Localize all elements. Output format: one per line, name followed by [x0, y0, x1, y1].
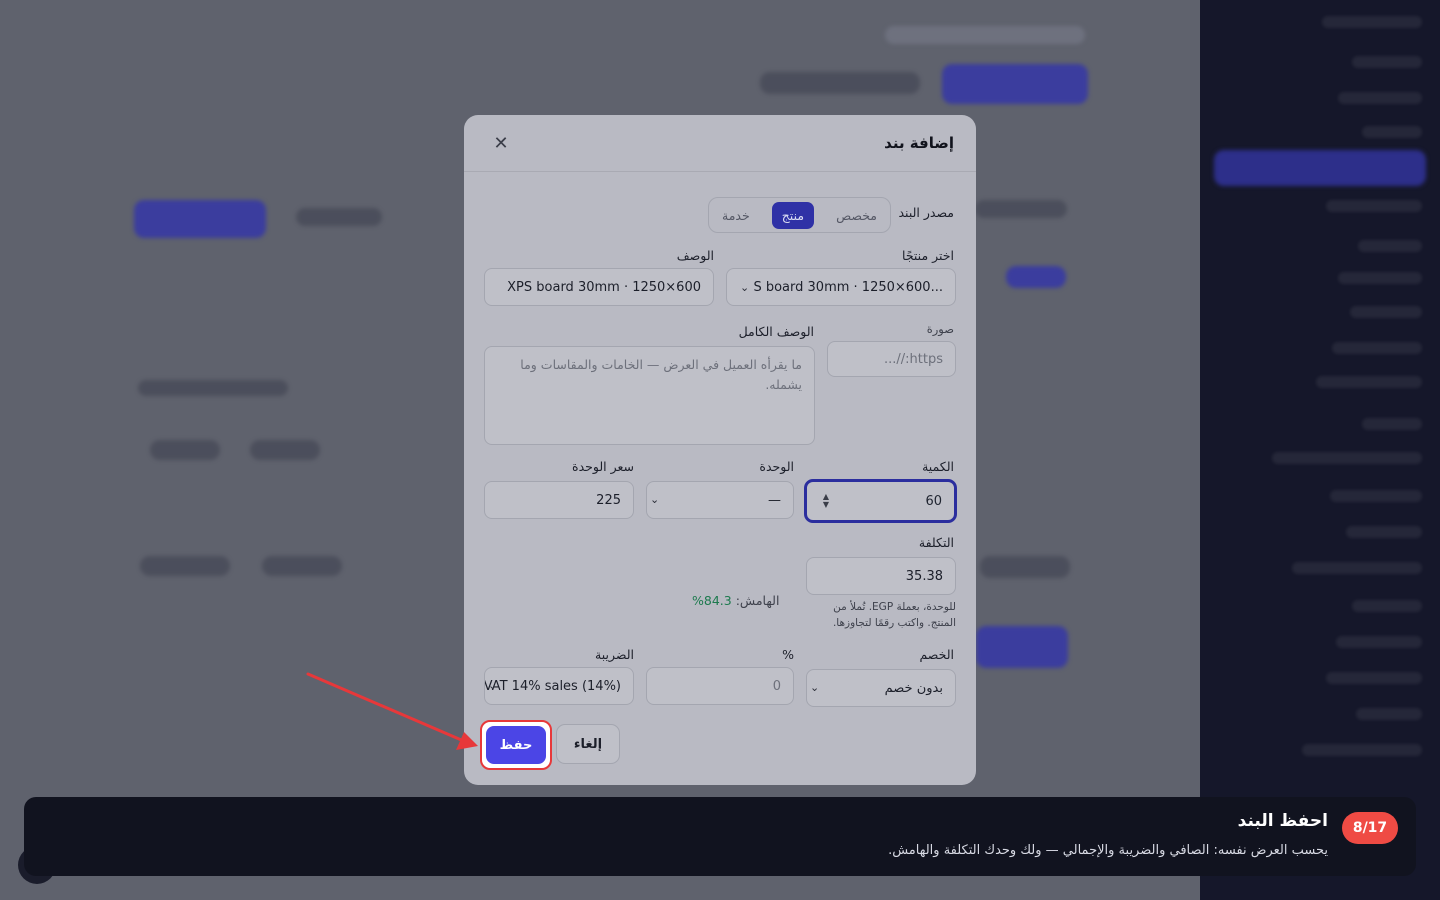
full-description-textarea[interactable]: ما يقرأه العميل في العرض — الخامات والمق… — [484, 346, 815, 445]
unit-price-label: سعر الوحدة — [572, 459, 634, 474]
bg-secondary-button — [760, 72, 920, 94]
dialog-title: إضافة بند — [884, 134, 954, 152]
margin-value: 84.3% — [692, 593, 732, 608]
tour-step-description: يحسب العرض نفسه: الصافي والضريبة والإجما… — [888, 843, 1328, 858]
margin-readout: الهامش: 84.3% — [692, 593, 779, 608]
percent-value: 0 — [772, 678, 781, 694]
tour-step-title: احفظ البند — [1237, 811, 1328, 831]
product-label: اختر منتجًا — [902, 248, 954, 263]
chevron-down-icon: ⌄ — [810, 681, 820, 694]
bg-row — [140, 556, 230, 576]
cost-input[interactable]: 35.38 — [806, 557, 956, 595]
source-option-custom[interactable]: مخصص — [826, 202, 887, 229]
discount-value: بدون خصم — [884, 680, 943, 696]
source-segmented-control: مخصص منتج خدمة — [708, 197, 891, 233]
image-url-input[interactable]: https://... — [827, 341, 956, 377]
bg-action-button — [976, 626, 1068, 668]
bg-breadcrumb — [885, 26, 1085, 44]
bg-text — [138, 380, 288, 396]
bg-sidebar-active — [1214, 150, 1426, 186]
percent-label: % — [782, 647, 794, 662]
unit-value: — — [768, 492, 781, 508]
unit-label: الوحدة — [759, 459, 794, 474]
chevron-down-icon: ⌄ — [650, 493, 660, 506]
add-item-dialog: إضافة بند ✕ مصدر البند مخصص منتج خدمة اخ… — [464, 115, 976, 785]
unit-price-input[interactable]: 225 — [484, 481, 634, 519]
step-counter-badge: 8/17 — [1342, 812, 1398, 844]
chevron-down-icon: ⌄ — [740, 281, 750, 294]
percent-input[interactable]: 0 — [646, 667, 794, 705]
bg-row — [262, 556, 342, 576]
bg-tab-active — [134, 200, 266, 238]
cancel-button[interactable]: إلغاء — [556, 724, 620, 764]
quantity-value: 60 — [925, 493, 942, 509]
margin-label: الهامش: — [735, 593, 780, 608]
source-option-service[interactable]: خدمة — [712, 202, 760, 229]
description-input[interactable]: XPS board 30mm · 1250×600 — [484, 268, 714, 306]
discount-label: الخصم — [919, 647, 954, 662]
product-select-value: ...S board 30mm · 1250×600 — [753, 279, 943, 295]
bg-row — [980, 556, 1070, 578]
tax-label: الضريبة — [595, 647, 634, 662]
quantity-label: الكمية — [922, 459, 954, 474]
unit-select[interactable]: — — [646, 481, 794, 519]
background-sidebar — [1200, 0, 1440, 900]
bg-primary-button — [942, 64, 1088, 104]
bg-filter — [250, 440, 320, 460]
cost-help-text: للوحدة، بعملة EGP. تُملأ من المنتج. واكت… — [832, 601, 956, 629]
quantity-input[interactable]: 60 ▲ ▼ — [804, 479, 957, 523]
product-select[interactable]: ...S board 30mm · 1250×600 — [726, 268, 956, 306]
stepper-arrows-icon[interactable]: ▲ ▼ — [821, 493, 831, 509]
source-label: مصدر البند — [898, 205, 955, 220]
bg-heading — [975, 200, 1067, 218]
discount-select[interactable]: بدون خصم — [806, 669, 956, 707]
tour-step-bar: 8/17 احفظ البند يحسب العرض نفسه: الصافي … — [24, 797, 1416, 876]
save-button-highlight: حفظ — [480, 720, 552, 770]
save-button[interactable]: حفظ — [486, 726, 546, 764]
description-label: الوصف — [676, 248, 714, 263]
full-description-label: الوصف الكامل — [738, 324, 814, 339]
chevron-down-icon: ⌄ — [488, 679, 498, 692]
tax-value: VAT 14% sales (14%) — [484, 678, 621, 694]
full-description-placeholder: ما يقرأه العميل في العرض — الخامات والمق… — [520, 357, 802, 392]
description-value: XPS board 30mm · 1250×600 — [507, 279, 701, 295]
bg-badge — [1006, 266, 1066, 288]
source-option-product[interactable]: منتج — [771, 201, 815, 229]
tax-select[interactable]: VAT 14% sales (14%) — [484, 667, 634, 705]
image-label: صورة — [926, 322, 954, 336]
image-url-placeholder: https://... — [883, 351, 943, 367]
pointer-arrow-icon — [306, 672, 478, 750]
cost-label: التكلفة — [918, 535, 954, 550]
bg-tab — [296, 208, 382, 226]
close-icon[interactable]: ✕ — [488, 130, 514, 156]
dialog-header: إضافة بند ✕ — [464, 115, 976, 172]
bg-filter — [150, 440, 220, 460]
unit-price-value: 225 — [596, 492, 621, 508]
cost-value: 35.38 — [905, 568, 943, 584]
